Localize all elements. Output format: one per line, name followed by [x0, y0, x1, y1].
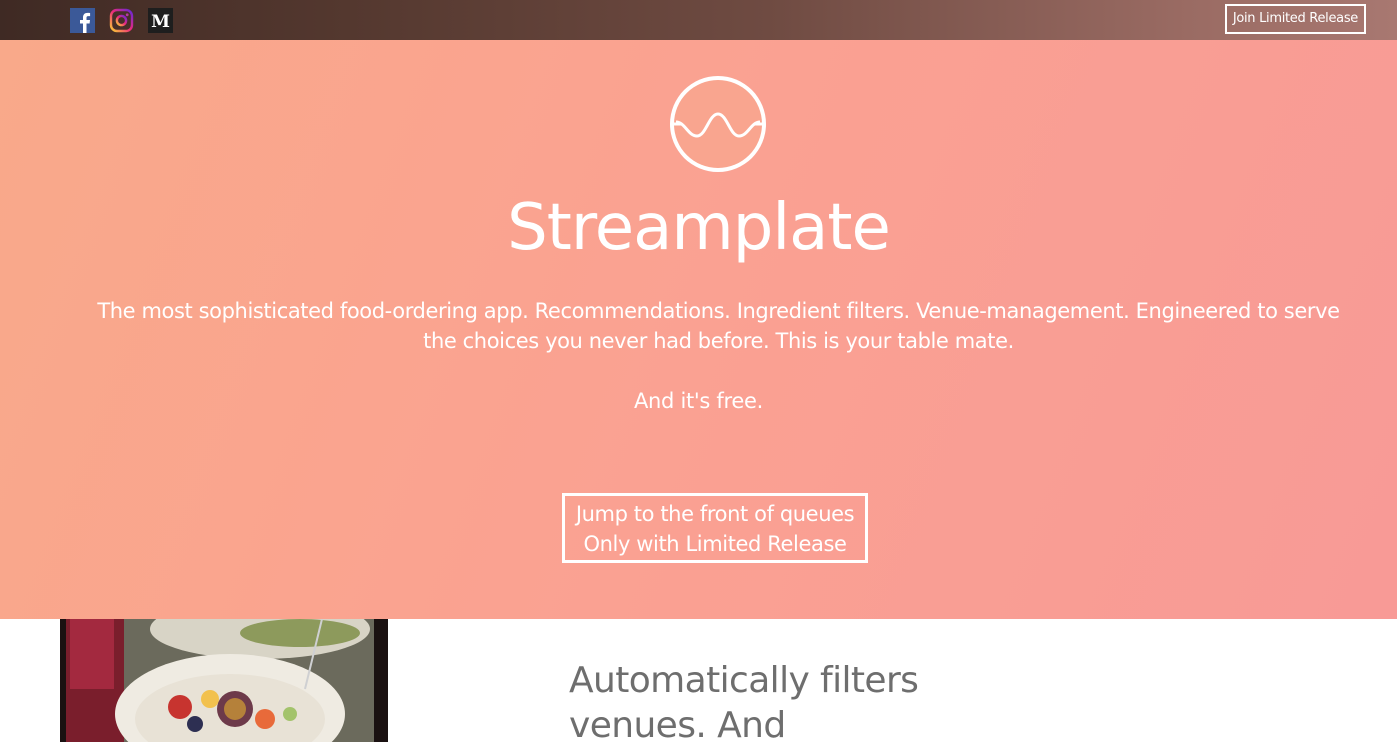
facebook-icon[interactable] — [70, 8, 95, 33]
food-photo-phone-image — [60, 619, 388, 742]
svg-text:M: M — [151, 12, 170, 32]
medium-icon[interactable]: M — [148, 8, 173, 33]
feature-heading-line-2: venues. And — [569, 705, 786, 746]
cta-line-2: Only with Limited Release — [583, 532, 847, 556]
wave-circle-logo-icon — [668, 74, 768, 174]
top-nav-bar: M Join Limited Release — [0, 0, 1397, 40]
hero-section: Streamplate The most sophisticated food-… — [0, 40, 1397, 619]
feature-heading: Automatically filters venues. And — [569, 658, 989, 748]
join-limited-release-button[interactable]: Join Limited Release — [1224, 4, 1366, 34]
feature-heading-line-1: Automatically filters — [569, 660, 919, 701]
limited-release-cta-button[interactable]: Jump to the front of queues Only with Li… — [562, 493, 868, 563]
instagram-icon[interactable] — [109, 8, 134, 33]
brand-title: Streamplate — [507, 191, 891, 265]
tagline: The most sophisticated food-ordering app… — [97, 299, 1340, 353]
free-statement: And it's free. — [633, 389, 764, 413]
cta-line-1: Jump to the front of queues — [575, 502, 855, 526]
